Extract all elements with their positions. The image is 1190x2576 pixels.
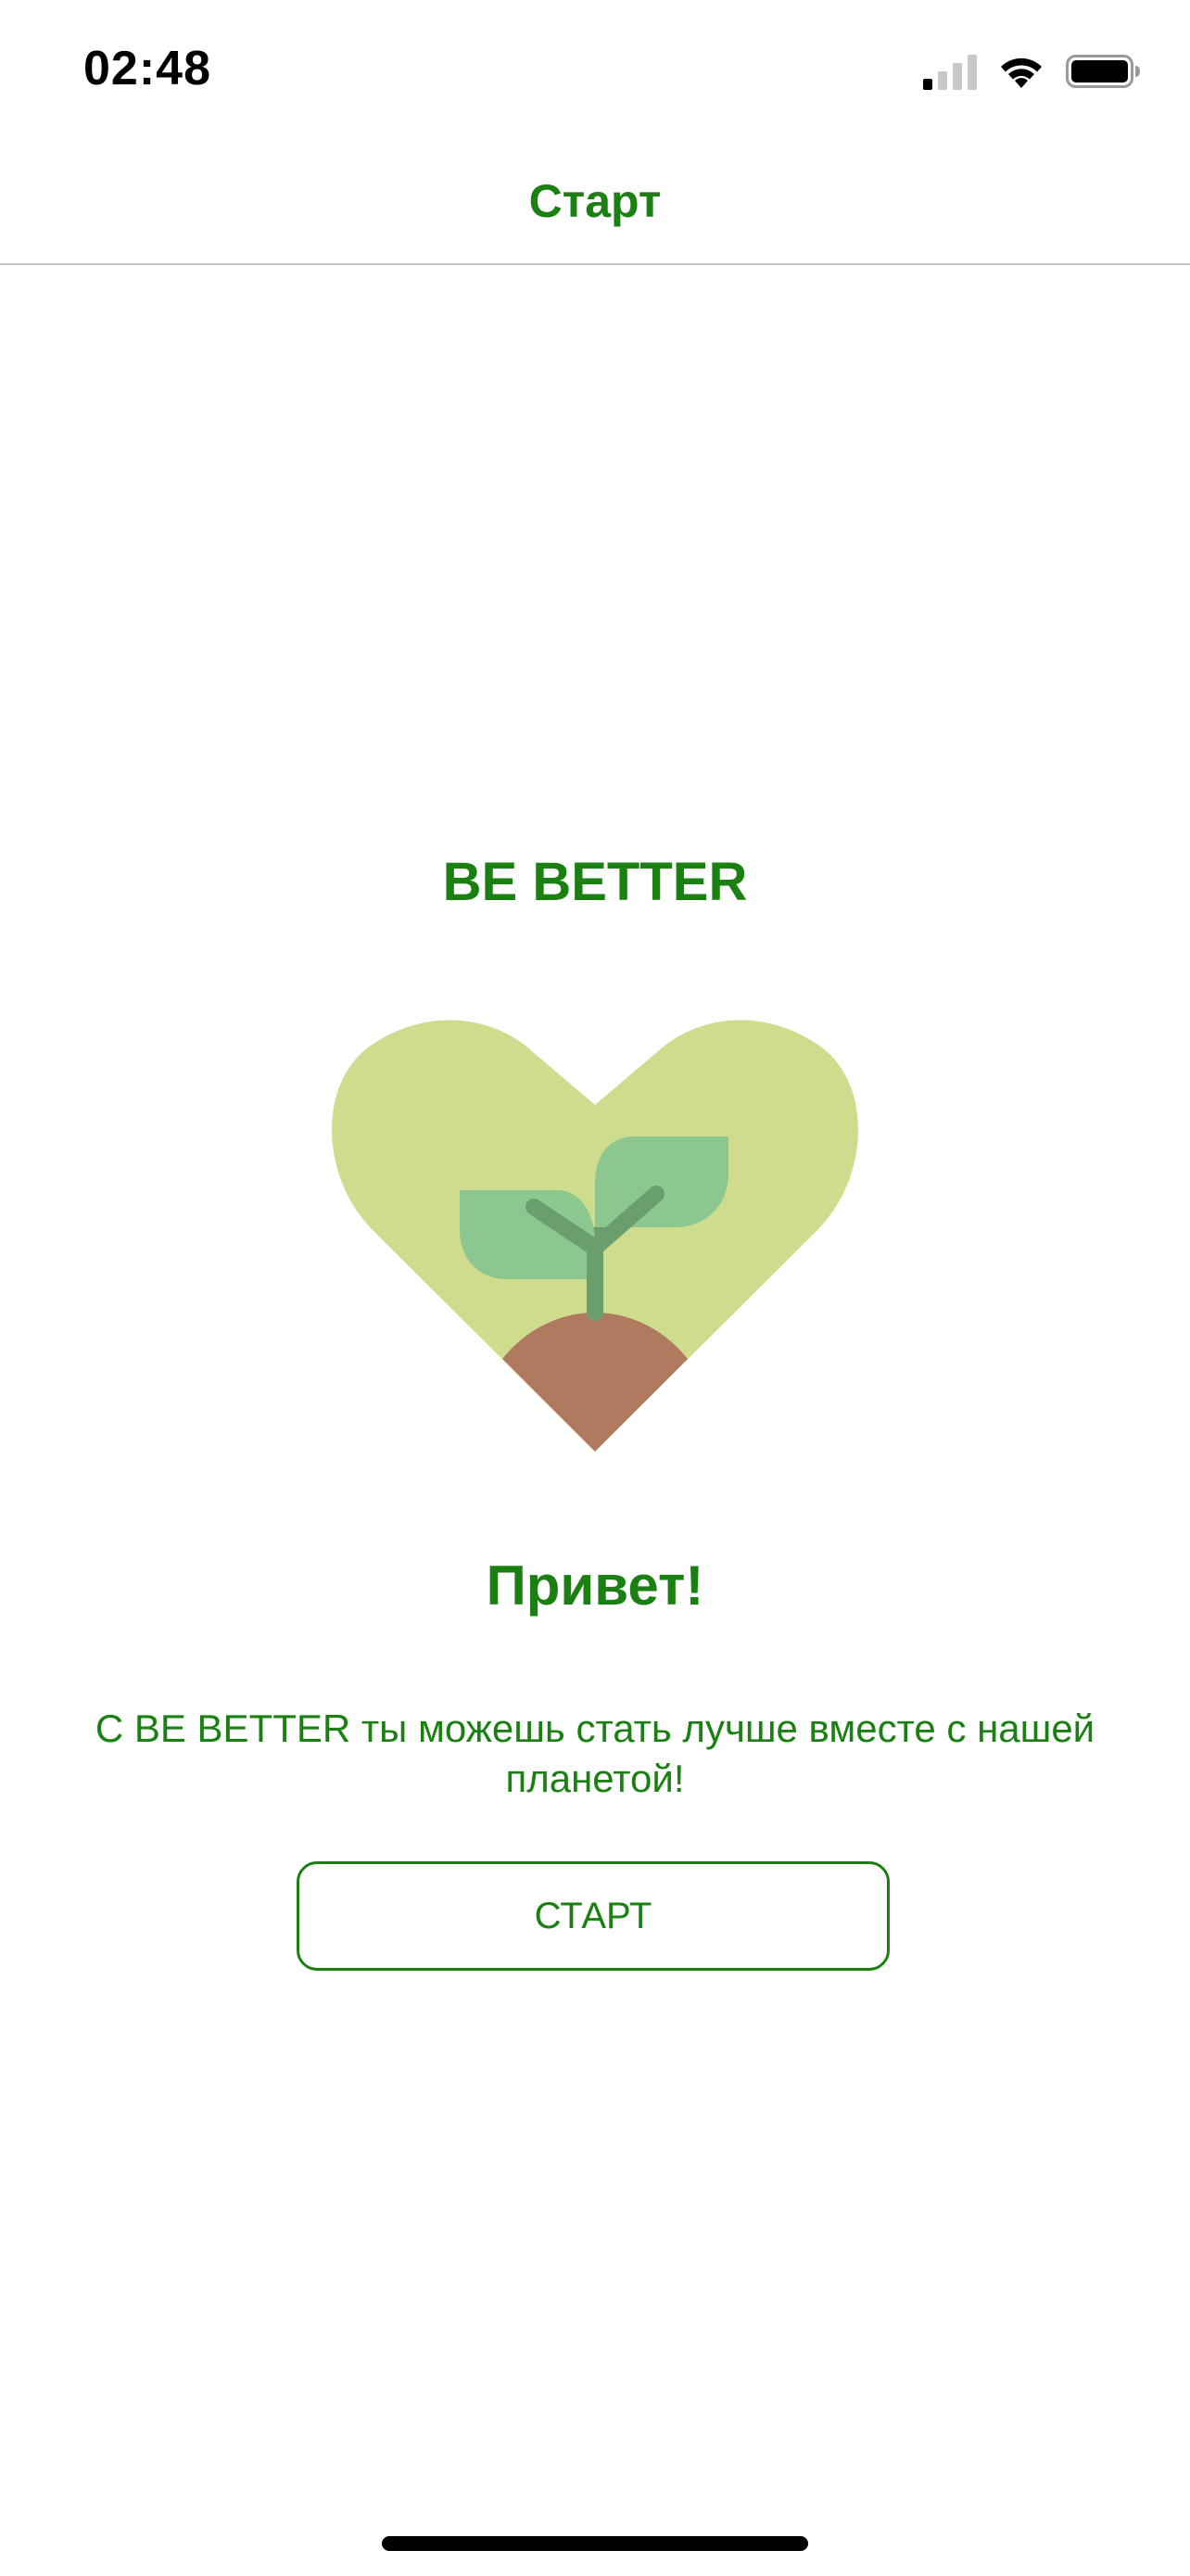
- greeting-heading: Привет!: [486, 1554, 704, 1617]
- cellular-signal-icon: [923, 55, 977, 90]
- status-time: 02:48: [83, 42, 211, 95]
- description-text: С BE BETTER ты можешь стать лучше вместе…: [95, 1707, 1095, 1800]
- right-leaf: [595, 1136, 728, 1227]
- nav-title: Старт: [528, 175, 662, 227]
- wifi-icon: [1001, 57, 1042, 88]
- start-button[interactable]: СТАРТ: [297, 1861, 890, 1971]
- heart-sprout-icon: [332, 1020, 858, 1452]
- navigation-bar: Старт: [0, 139, 1190, 265]
- status-icons: [923, 48, 1142, 95]
- soil-shape: [502, 1313, 688, 1452]
- brand-title: BE BETTER: [442, 852, 748, 912]
- status-bar: 02:48: [0, 0, 1190, 139]
- home-indicator[interactable]: [382, 2536, 808, 2551]
- battery-icon: [1066, 55, 1140, 88]
